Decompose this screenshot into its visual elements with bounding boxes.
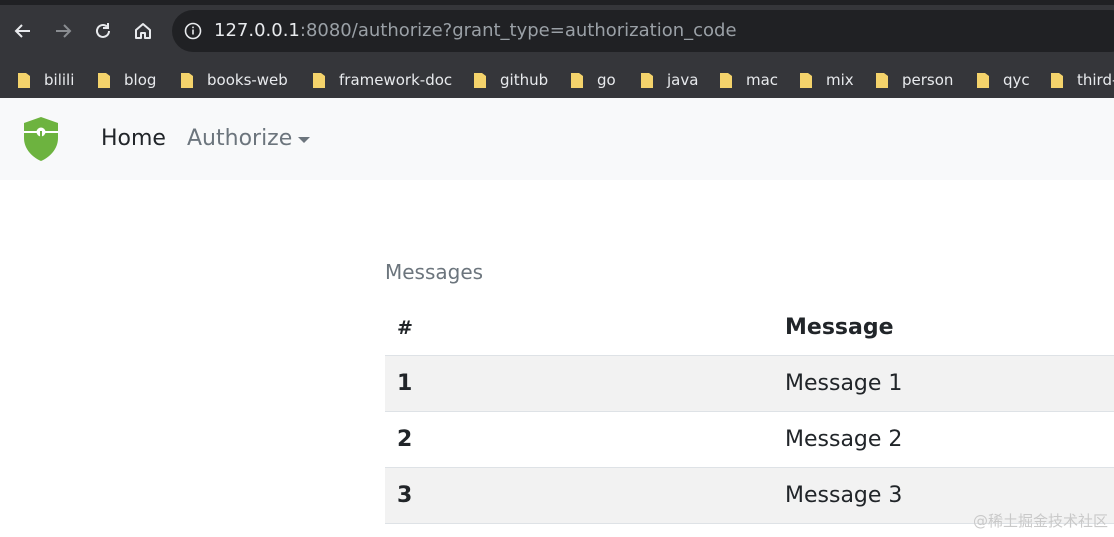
folder-icon	[800, 72, 812, 88]
home-icon[interactable]	[130, 18, 156, 44]
bookmark-mix[interactable]: mix	[799, 62, 854, 98]
url-host: 127.0.0.1	[214, 20, 300, 41]
tab-strip	[0, 0, 1114, 5]
folder-icon	[474, 72, 486, 88]
bookmark-label: person	[902, 71, 954, 89]
folder-icon	[876, 72, 888, 88]
bookmark-bilili[interactable]: bilili	[17, 62, 74, 98]
back-icon[interactable]	[10, 18, 36, 44]
folder-icon	[98, 72, 110, 88]
bookmark-label: qyc	[1003, 71, 1030, 89]
messages-table: # Message 1 Message 1 2 Message 2 3 Mess…	[385, 300, 1114, 524]
folder-icon	[313, 72, 325, 88]
bookmark-label: bilili	[44, 71, 75, 89]
bookmark-person[interactable]: person	[875, 62, 953, 98]
row-number: 1	[385, 355, 785, 412]
row-message: Message 2	[785, 411, 1114, 468]
site-navbar	[0, 98, 1114, 180]
bookmark-java[interactable]: java	[640, 62, 698, 98]
bookmark-label: mac	[746, 71, 779, 89]
table-row: 2 Message 2	[385, 411, 1114, 468]
column-header-number: #	[385, 300, 785, 356]
site-info-icon[interactable]	[184, 22, 202, 40]
bookmark-label: third-	[1077, 71, 1114, 89]
nav-authorize-dropdown[interactable]: Authorize	[187, 126, 311, 152]
column-header-message: Message	[785, 300, 1114, 356]
folder-icon	[181, 72, 193, 88]
bookmark-go[interactable]: go	[570, 62, 616, 98]
bookmark-label: blog	[124, 71, 157, 89]
browser-toolbar: 127.0.0.1:8080/authorize?grant_type=auth…	[0, 0, 1114, 62]
bookmark-label: framework-doc	[339, 71, 453, 89]
bookmark-blog[interactable]: blog	[97, 62, 156, 98]
page-title: Messages	[385, 260, 484, 284]
table-row: 1 Message 1	[385, 355, 1114, 412]
bookmark-books-web[interactable]: books-web	[180, 62, 288, 98]
bookmark-third[interactable]: third-	[1050, 62, 1114, 98]
row-message: Message 1	[785, 355, 1114, 412]
url-path: :8080/authorize?grant_type=authorization…	[299, 20, 737, 41]
row-number: 2	[385, 411, 785, 468]
bookmark-github[interactable]: github	[473, 62, 548, 98]
shield-logo-icon[interactable]	[22, 116, 60, 162]
bookmark-qyc[interactable]: qyc	[976, 62, 1030, 98]
nav-authorize-label: Authorize	[187, 126, 293, 151]
folder-icon	[977, 72, 989, 88]
bookmark-framework-doc[interactable]: framework-doc	[312, 62, 452, 98]
row-number: 3	[385, 467, 785, 524]
bookmark-label: github	[500, 71, 549, 89]
folder-icon	[720, 72, 732, 88]
bookmark-label: mix	[826, 71, 854, 89]
bookmarks-bar: bilili blog books-web framework-doc gith…	[0, 62, 1114, 98]
bookmark-mac[interactable]: mac	[719, 62, 778, 98]
folder-icon	[571, 72, 583, 88]
forward-icon[interactable]	[50, 18, 76, 44]
address-bar[interactable]: 127.0.0.1:8080/authorize?grant_type=auth…	[172, 10, 1114, 52]
folder-icon	[18, 72, 30, 88]
watermark: @稀土掘金技术社区	[972, 512, 1108, 530]
nav-home-link[interactable]: Home	[101, 126, 166, 152]
bookmark-label: go	[597, 71, 616, 89]
url-text: 127.0.0.1:8080/authorize?grant_type=auth…	[214, 20, 737, 42]
bookmark-label: books-web	[207, 71, 288, 89]
caret-down-icon	[298, 137, 311, 143]
folder-icon	[1051, 72, 1063, 88]
table-header-row: # Message	[385, 300, 1114, 356]
reload-icon[interactable]	[90, 18, 116, 44]
bookmark-label: java	[667, 71, 699, 89]
folder-icon	[641, 72, 653, 88]
